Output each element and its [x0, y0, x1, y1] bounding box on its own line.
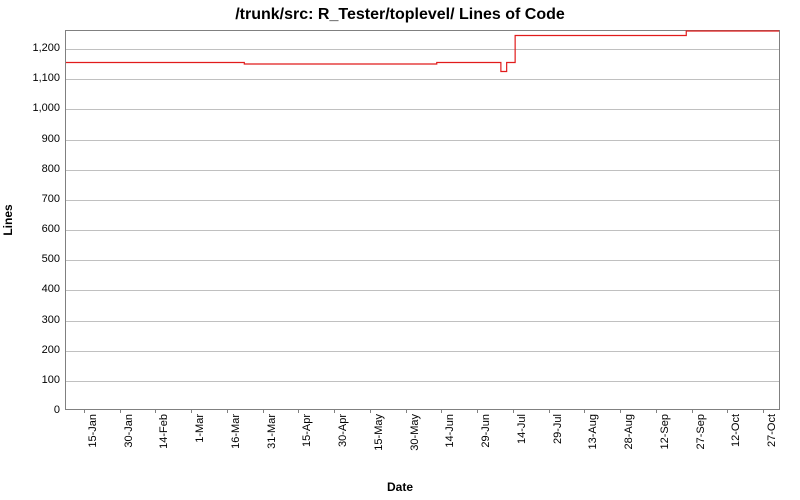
x-tick-label: 1-Mar: [194, 414, 206, 443]
y-tick-label: 600: [5, 223, 60, 235]
x-tick-mark: [263, 409, 264, 413]
x-tick-label: 15-Jan: [87, 414, 99, 448]
x-tick-mark: [692, 409, 693, 413]
x-tick-mark: [84, 409, 85, 413]
y-tick-label: 1,100: [5, 72, 60, 84]
x-tick-label: 30-Jan: [123, 414, 135, 448]
x-tick-mark: [120, 409, 121, 413]
x-tick-mark: [584, 409, 585, 413]
x-tick-label: 29-Jun: [480, 414, 492, 448]
x-tick-label: 14-Jul: [516, 414, 528, 444]
x-tick-label: 30-May: [409, 414, 421, 451]
x-tick-mark: [298, 409, 299, 413]
x-tick-label: 14-Jun: [444, 414, 456, 448]
y-tick-label: 1,200: [5, 42, 60, 54]
y-tick-label: 1,000: [5, 102, 60, 114]
y-tick-label: 900: [5, 133, 60, 145]
x-tick-label: 28-Aug: [623, 414, 635, 449]
y-tick-label: 400: [5, 283, 60, 295]
y-tick-label: 0: [5, 404, 60, 416]
x-tick-mark: [513, 409, 514, 413]
x-tick-mark: [727, 409, 728, 413]
x-tick-label: 14-Feb: [158, 414, 170, 449]
x-tick-mark: [656, 409, 657, 413]
x-tick-label: 29-Jul: [552, 414, 564, 444]
x-tick-mark: [155, 409, 156, 413]
x-tick-mark: [477, 409, 478, 413]
x-tick-mark: [370, 409, 371, 413]
x-tick-mark: [227, 409, 228, 413]
y-tick-label: 100: [5, 374, 60, 386]
x-tick-mark: [763, 409, 764, 413]
x-axis-label: Date: [0, 480, 800, 494]
chart-container: /trunk/src: R_Tester/toplevel/ Lines of …: [0, 0, 800, 500]
x-tick-label: 12-Oct: [730, 414, 742, 447]
x-tick-label: 30-Apr: [337, 414, 349, 447]
x-tick-label: 15-May: [373, 414, 385, 451]
y-tick-label: 500: [5, 253, 60, 265]
x-tick-mark: [549, 409, 550, 413]
y-tick-label: 700: [5, 193, 60, 205]
x-tick-label: 31-Mar: [266, 414, 278, 449]
x-tick-mark: [191, 409, 192, 413]
y-tick-label: 200: [5, 344, 60, 356]
x-tick-label: 13-Aug: [587, 414, 599, 449]
x-tick-label: 27-Sep: [695, 414, 707, 449]
y-tick-label: 300: [5, 314, 60, 326]
x-tick-label: 12-Sep: [659, 414, 671, 449]
x-tick-mark: [406, 409, 407, 413]
y-tick-label: 800: [5, 163, 60, 175]
x-tick-mark: [334, 409, 335, 413]
plot-area: [65, 30, 780, 410]
chart-title: /trunk/src: R_Tester/toplevel/ Lines of …: [0, 6, 800, 24]
x-tick-mark: [620, 409, 621, 413]
x-tick-label: 15-Apr: [301, 414, 313, 447]
x-tick-mark: [441, 409, 442, 413]
x-tick-label: 27-Oct: [766, 414, 778, 447]
data-line: [66, 31, 779, 409]
x-tick-label: 16-Mar: [230, 414, 242, 449]
